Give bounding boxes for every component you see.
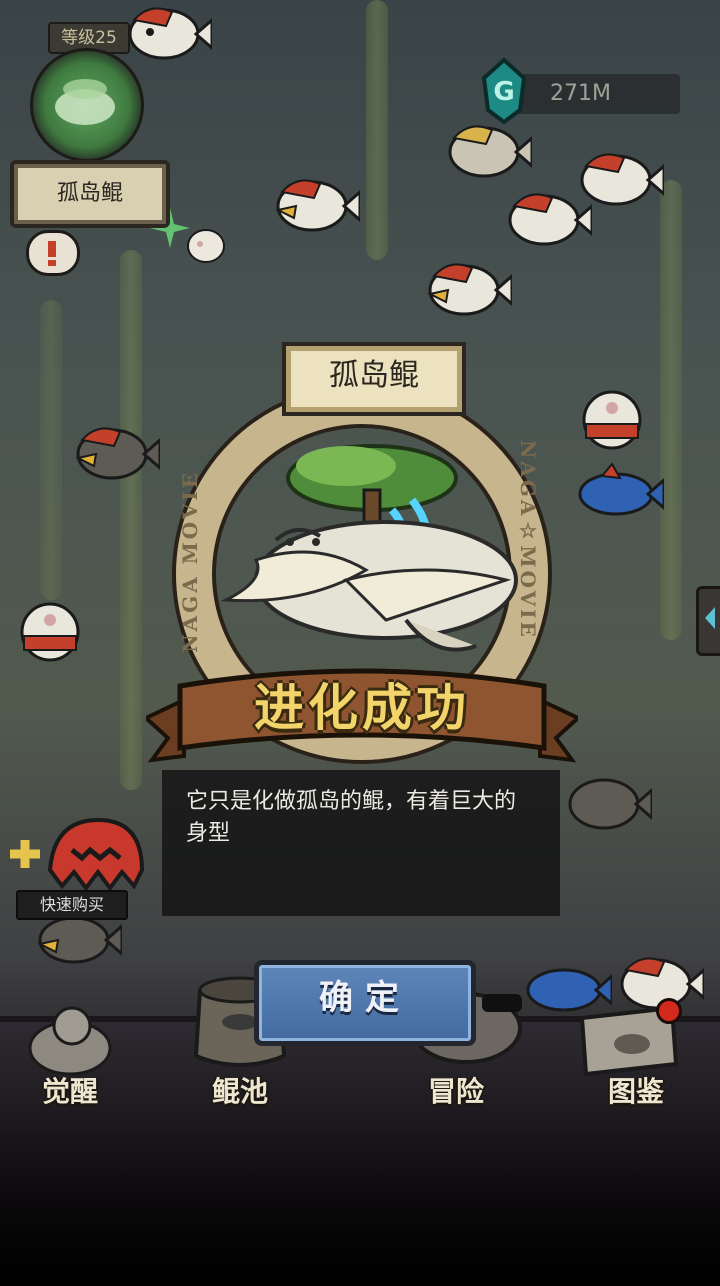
fish-sprite[interactable] bbox=[560, 770, 652, 834]
fish-sprite[interactable] bbox=[10, 600, 102, 664]
confirm-button[interactable]: 确定 bbox=[254, 960, 476, 1046]
current-fish-name[interactable]: 孤岛鲲 bbox=[10, 160, 170, 228]
current-fish-medal[interactable] bbox=[30, 48, 144, 162]
quick-buy-octopus-icon bbox=[10, 817, 145, 892]
evolution-success-title: 进化成功 bbox=[254, 679, 470, 737]
fish-sprite[interactable] bbox=[420, 256, 512, 320]
side-panel-arrow[interactable] bbox=[696, 586, 720, 656]
svg-text:G: G bbox=[493, 77, 514, 107]
nav-adventure-label: 冒险 bbox=[427, 1075, 484, 1108]
evolved-fish-name: 孤岛鲲 bbox=[282, 342, 466, 416]
fish-sprite[interactable] bbox=[572, 388, 664, 452]
fish-silhouette-icon bbox=[55, 79, 115, 125]
nav-awaken[interactable]: 觉醒 bbox=[0, 1000, 140, 1110]
currency-display: 271M bbox=[516, 74, 680, 114]
seaweed-decoration bbox=[120, 250, 142, 790]
nav-handbook-label: 图鉴 bbox=[607, 1075, 664, 1108]
seaweed-decoration bbox=[40, 300, 62, 600]
fish-sprite[interactable] bbox=[572, 460, 664, 524]
fish-sprite[interactable] bbox=[268, 172, 360, 236]
fish-sprite[interactable] bbox=[572, 146, 664, 210]
evolution-description: 它只是化做孤岛的鲲，有着巨大的身型 bbox=[186, 789, 517, 846]
nav-awaken-label: 觉醒 bbox=[41, 1075, 98, 1108]
nav-kun-pool-label: 鲲池 bbox=[211, 1075, 268, 1108]
island-kun-creature-art bbox=[220, 444, 518, 652]
awaken-icon bbox=[28, 1006, 112, 1076]
fish-sprite[interactable] bbox=[440, 118, 532, 182]
chat-bubble-icon[interactable] bbox=[26, 230, 80, 276]
egg-icon[interactable] bbox=[184, 226, 228, 266]
nav-handbook[interactable]: 图鉴 bbox=[566, 1000, 706, 1110]
notification-dot bbox=[656, 998, 682, 1024]
quick-buy-label: 快速购买 bbox=[16, 890, 128, 920]
gem-currency-icon: G bbox=[481, 58, 527, 124]
seaweed-decoration bbox=[366, 0, 388, 260]
fish-sprite[interactable] bbox=[68, 420, 160, 484]
chevron-left-icon bbox=[705, 607, 715, 629]
